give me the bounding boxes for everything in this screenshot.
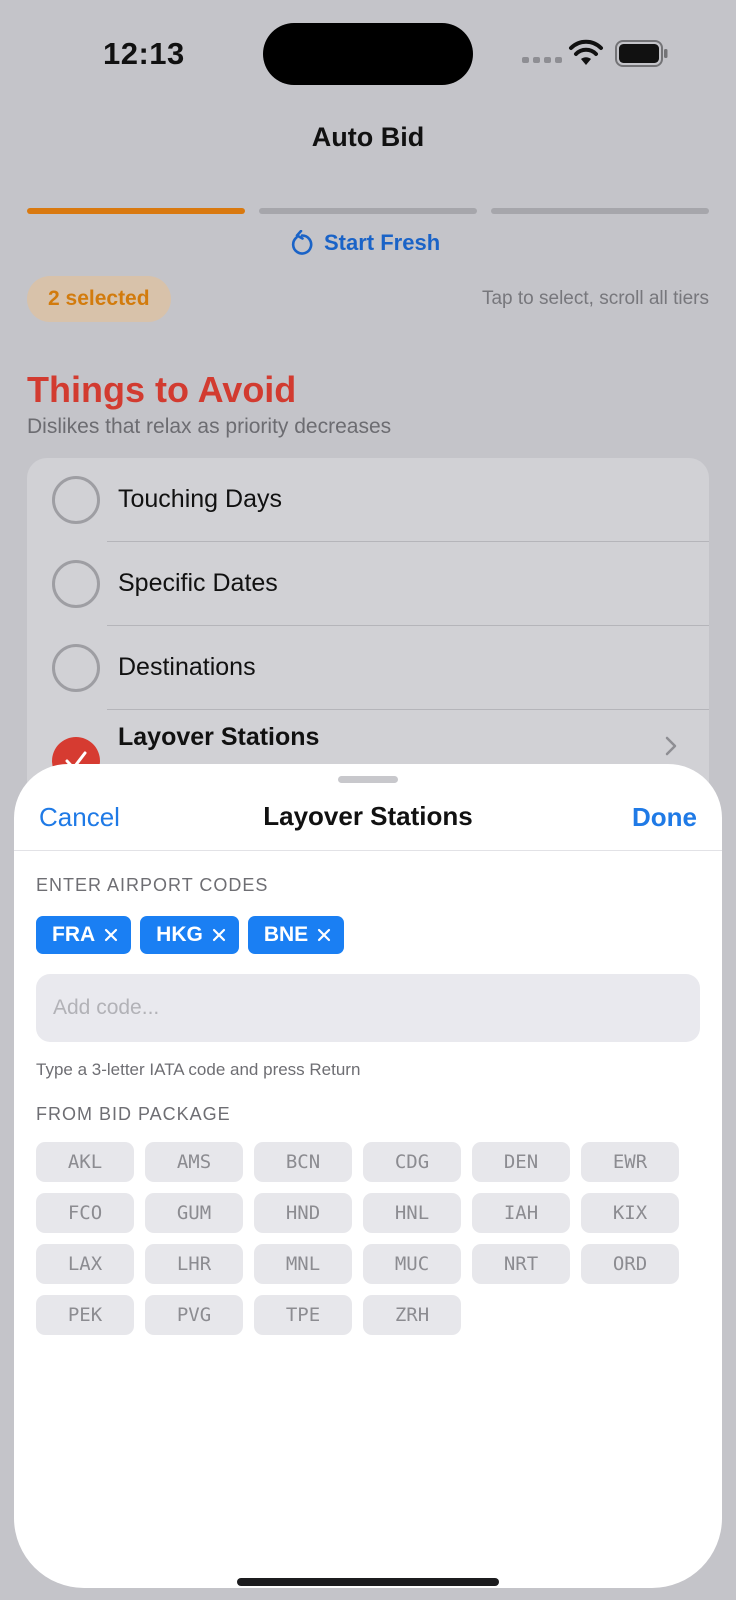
list-item-label: Touching Days [118,485,282,513]
package-code-button[interactable]: MUC [363,1244,461,1284]
package-code-button[interactable]: AMS [145,1142,243,1182]
progress-step-1 [27,208,245,214]
package-code-button[interactable]: CDG [363,1142,461,1182]
status-bar: 12:13 [0,0,736,108]
package-code-button[interactable]: DEN [472,1142,570,1182]
chip-label: BNE [263,923,309,946]
package-code-button[interactable]: EWR [581,1142,679,1182]
package-code-button[interactable]: HND [254,1193,352,1233]
cancel-button[interactable]: Cancel [39,802,120,833]
list-item-specific-dates[interactable]: Specific Dates [27,542,709,626]
package-code-button[interactable]: ORD [581,1244,679,1284]
bid-package-codes: AKL AMS BCN CDG DEN EWR FCO GUM HND HNL … [36,1142,679,1335]
package-code-button[interactable]: LHR [145,1244,243,1284]
radio-unchecked-icon [52,644,100,692]
done-button[interactable]: Done [632,802,697,833]
package-code-button[interactable]: IAH [472,1193,570,1233]
dynamic-island [263,23,473,85]
remove-icon[interactable] [212,928,226,942]
list-item-label: Specific Dates [118,569,278,597]
package-code-button[interactable]: BCN [254,1142,352,1182]
layover-stations-sheet: Cancel Layover Stations Done ENTER AIRPO… [14,764,722,1588]
package-code-button[interactable]: MNL [254,1244,352,1284]
radio-unchecked-icon [52,476,100,524]
selection-hint: Tap to select, scroll all tiers [481,288,709,309]
sheet-title: Layover Stations [263,801,473,831]
reset-icon [291,230,313,255]
start-fresh-button[interactable]: Start Fresh [290,230,440,256]
package-code-button[interactable]: PEK [36,1295,134,1335]
package-code-button[interactable]: TPE [254,1295,352,1335]
package-code-button[interactable]: GUM [145,1193,243,1233]
progress-step-3 [491,208,709,214]
enter-codes-label: ENTER AIRPORT CODES [36,875,269,895]
home-indicator[interactable] [237,1578,499,1586]
list-item-destinations[interactable]: Destinations [27,626,709,710]
package-code-button[interactable]: AKL [36,1142,134,1182]
input-helper-text: Type a 3-letter IATA code and press Retu… [36,1060,361,1079]
remove-icon[interactable] [317,928,331,942]
chip-label: FRA [52,923,96,946]
package-code-button[interactable]: PVG [145,1295,243,1335]
bid-package-label: FROM BID PACKAGE [36,1104,231,1124]
code-chip[interactable]: BNE [247,916,345,954]
progress-step-2 [259,208,477,214]
package-code-button[interactable]: FCO [36,1193,134,1233]
code-chip[interactable]: HKG [140,916,239,954]
package-code-button[interactable]: KIX [581,1193,679,1233]
remove-icon[interactable] [104,928,118,942]
package-code-button[interactable]: ZRH [363,1295,461,1335]
package-code-button[interactable]: NRT [472,1244,570,1284]
radio-unchecked-icon [52,560,100,608]
battery-icon [615,40,668,67]
list-item-label: Layover Stations [118,723,320,751]
start-fresh-label: Start Fresh [324,230,441,255]
status-time: 12:13 [103,36,185,71]
package-code-button[interactable]: HNL [363,1193,461,1233]
selected-codes: FRA HKG BNE [36,916,345,954]
step-progress [27,208,709,214]
selected-count-badge: 2 selected [27,276,171,322]
list-item-touching-days[interactable]: Touching Days [27,458,709,542]
nav-title: Auto Bid [311,122,425,152]
cellular-signal-icon [522,57,562,63]
chip-label: HKG [156,923,203,946]
add-code-input[interactable] [36,974,700,1042]
package-code-button[interactable]: LAX [36,1244,134,1284]
list-item-label: Destinations [118,653,256,681]
section-title: Things to Avoid [27,369,297,410]
wifi-icon [569,39,603,65]
section-subtitle: Dislikes that relax as priority decrease… [27,415,392,438]
code-chip[interactable]: FRA [36,916,132,954]
chevron-right-icon [665,736,677,756]
sheet-header: Cancel Layover Stations Done [14,764,722,851]
